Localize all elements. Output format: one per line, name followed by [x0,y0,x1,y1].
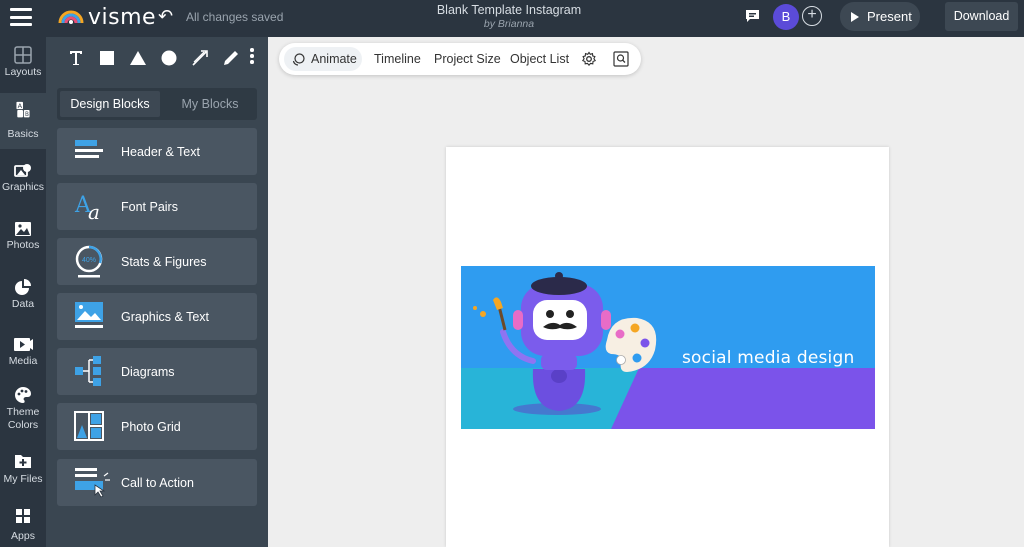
rail-label-graphics: Graphics [1,181,44,193]
rail-item-data[interactable]: Data [0,268,46,324]
triangle-tool-icon [129,51,146,65]
stats-figures-icon-text: 40% [82,257,96,264]
block-label: Photo Grid [121,419,181,434]
rail-label-layouts: Layouts [4,66,42,78]
block-label: Graphics & Text [121,309,210,324]
header-text-icon [57,128,121,175]
rail-item-layouts[interactable]: Layouts [0,37,46,93]
shape-toolbar [60,46,246,70]
rail-item-basics[interactable]: A B Basics [0,93,46,149]
block-stats-figures[interactable]: 40% Stats & Figures [57,238,257,285]
pencil-tool[interactable] [215,46,246,70]
triangle-tool[interactable] [122,46,153,70]
animate-label: Animate [311,52,357,66]
banner-text[interactable]: social media design [682,348,854,368]
animate-button[interactable]: Animate [284,47,362,71]
font-pairs-icon: Aa [57,183,121,230]
animate-icon [292,52,305,66]
rail-item-theme-colors[interactable]: Theme Colors [0,384,46,444]
block-header-text[interactable]: Header & Text [57,128,257,175]
app-name: visme [88,4,157,30]
present-button[interactable]: Present [840,2,920,31]
rail-label-data: Data [11,298,35,310]
block-font-pairs[interactable]: Aa Font Pairs [57,183,257,230]
rail-item-my-files[interactable]: My Files [0,447,46,503]
more-tools-icon[interactable] [250,48,254,66]
arrow-tool-icon [191,50,208,66]
rail-item-photos[interactable]: Photos [0,210,46,266]
left-rail: Layouts A B Basics Graphics Photos Data … [0,37,46,547]
block-call-to-action[interactable]: Call to Action [57,459,257,506]
data-icon [15,279,31,295]
rail-label-theme-colors: Theme Colors [6,406,40,431]
canvas-toolbar: Animate Timeline Project Size Object Lis… [279,43,641,75]
object-list-button[interactable]: Object List [510,52,569,66]
settings-icon[interactable] [581,51,597,67]
graphics-icon [14,164,31,177]
svg-text:a: a [88,200,100,224]
rail-label-basics: Basics [7,128,39,140]
arrow-tool[interactable] [184,46,215,70]
block-label: Diagrams [121,364,175,379]
layouts-icon [14,46,32,64]
palette-icon [15,387,31,403]
tab-my-blocks[interactable]: My Blocks [165,91,255,117]
save-status: All changes saved [186,10,284,24]
svg-text:A: A [18,102,23,110]
block-graphics-text[interactable]: Graphics & Text [57,293,257,340]
tab-design-blocks[interactable]: Design Blocks [60,91,160,117]
circle-tool[interactable] [153,46,184,70]
document-author: by Brianna [483,18,535,30]
rail-label-media: Media [8,355,38,367]
photo-grid-icon [57,403,121,450]
block-label: Call to Action [121,475,194,490]
menu-icon[interactable] [10,8,32,26]
rail-label-apps: Apps [11,530,35,542]
graphics-text-icon [57,293,121,340]
basics-icon: A B [16,101,30,118]
stats-figures-icon: 40% [57,238,121,285]
top-bar: visme ↶ All changes saved Blank Template… [0,0,1024,37]
rail-label-photos: Photos [6,239,40,251]
photos-icon [15,222,31,236]
comment-icon[interactable] [745,9,760,23]
my-files-icon [15,455,31,468]
block-diagrams[interactable]: Diagrams [57,348,257,395]
rail-item-media[interactable]: Media [0,326,46,382]
rail-label-my-files: My Files [3,473,43,485]
project-size-button[interactable]: Project Size [434,52,501,66]
zoom-preview-icon[interactable] [613,51,629,67]
download-button[interactable]: Download [945,2,1018,31]
rail-item-apps[interactable]: Apps [0,503,46,547]
rail-item-graphics[interactable]: Graphics [0,152,46,208]
media-icon [14,338,33,351]
pencil-tool-icon [223,51,238,65]
present-label: Present [867,9,912,24]
diagrams-icon [57,348,121,395]
block-label: Font Pairs [121,199,178,214]
add-collaborator-button[interactable]: + [802,6,822,26]
undo-icon[interactable]: ↶ [158,6,173,27]
rectangle-tool[interactable] [91,46,122,70]
text-tool[interactable] [60,46,91,70]
circle-tool-icon [161,50,176,66]
svg-text:B: B [25,112,29,118]
apps-icon [16,509,30,523]
call-to-action-icon [57,459,121,506]
document-title[interactable]: Blank Template Instagram [409,3,609,17]
visme-logo-mark [58,10,84,24]
visme-logo[interactable]: visme [58,3,156,31]
play-icon [851,11,859,22]
timeline-button[interactable]: Timeline [374,52,421,66]
text-tool-icon [69,51,82,65]
block-label: Stats & Figures [121,254,207,269]
avatar[interactable]: B [773,4,799,30]
panel-tabs: Design Blocks My Blocks [57,88,257,120]
block-label: Header & Text [121,144,200,159]
block-photo-grid[interactable]: Photo Grid [57,403,257,450]
rectangle-tool-icon [99,51,114,65]
